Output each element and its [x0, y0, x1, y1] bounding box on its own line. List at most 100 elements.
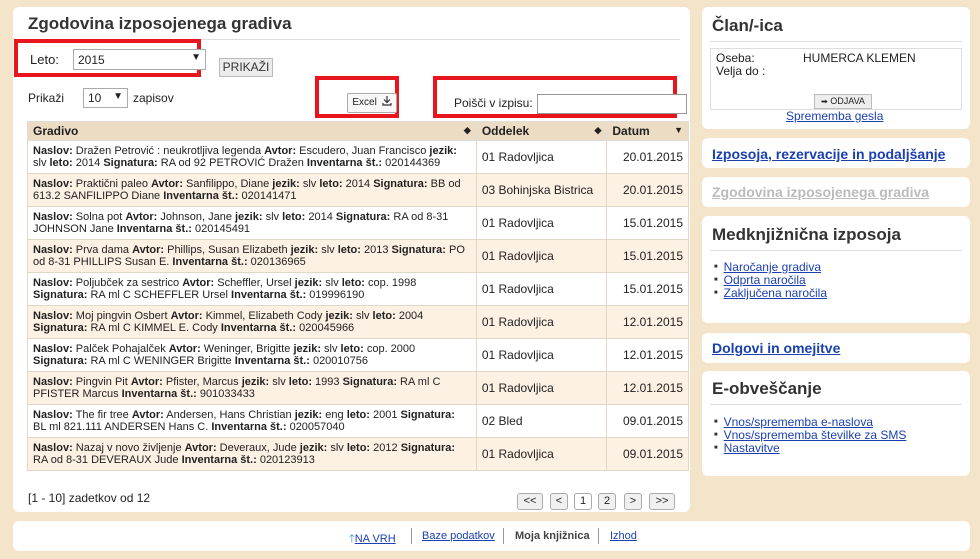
search-input[interactable] — [537, 94, 687, 114]
column-header-datum[interactable]: Datum ▼ — [606, 121, 689, 141]
notify-item-settings[interactable]: Nastavitve — [714, 442, 906, 455]
change-password-link[interactable]: Sprememba gesla — [786, 109, 883, 123]
item-department: 03 Bohinjska Bistrica — [475, 173, 608, 207]
item-date: 09.01.2015 — [606, 404, 689, 438]
year-select[interactable]: 2015 ▼ — [73, 49, 206, 70]
databases-link[interactable]: Baze podatkov — [422, 530, 495, 542]
ill-item-closed[interactable]: Zaključena naročila — [714, 287, 827, 300]
debts-link[interactable]: Dolgovi in omejitve — [712, 340, 840, 356]
sort-icon: ◆ — [594, 125, 602, 135]
loans-link[interactable]: Izposoja, rezervacije in podaljšanje — [712, 146, 945, 162]
notify-list: Vnos/sprememba e-naslova Vnos/sprememba … — [714, 416, 907, 455]
excel-export-button[interactable]: Excel — [347, 93, 397, 113]
footer-separator — [598, 528, 599, 544]
footer: 🡑NA VRH Baze podatkov Moja knjižnica Izh… — [13, 521, 970, 551]
item-date: 20.01.2015 — [606, 173, 689, 207]
item-department: 01 Radovljica — [475, 371, 608, 405]
table-row: Naslov: Pingvin Pit Avtor: Pfister, Marc… — [27, 371, 689, 405]
page-size-select[interactable]: 10 ▼ — [83, 88, 128, 108]
show-button[interactable]: PRIKAŽI — [219, 58, 273, 77]
year-label: Leto: — [30, 52, 59, 67]
item-description: Naslov: Pingvin Pit Avtor: Pfister, Marc… — [27, 371, 477, 405]
item-description: Naslov: Solna pot Avtor: Johnson, Jane j… — [27, 206, 477, 240]
pager-last-button[interactable]: >> — [649, 493, 675, 510]
item-department: 01 Radovljica — [475, 338, 608, 372]
exit-link[interactable]: Izhod — [610, 530, 637, 542]
page-title: Zgodovina izposojenega gradiva — [28, 14, 292, 33]
my-library-current: Moja knjižnica — [515, 530, 590, 542]
search-label: Poišči v izpisu: — [454, 96, 533, 110]
item-date: 12.01.2015 — [606, 338, 689, 372]
item-department: 01 Radovljica — [475, 437, 608, 471]
pager-page-1[interactable]: 1 — [574, 493, 592, 510]
item-department: 01 Radovljica — [475, 305, 608, 339]
excel-label: Excel — [352, 97, 377, 108]
item-date: 15.01.2015 — [606, 239, 689, 273]
sort-down-icon: ▼ — [674, 125, 683, 135]
item-description: Naslov: Moj pingvin Osbert Avtor: Kimmel… — [27, 305, 477, 339]
debts-panel: Dolgovi in omejitve — [702, 333, 970, 363]
item-description: Naslov: Prva dama Avtor: Phillips, Susan… — [27, 239, 477, 273]
valid-label: Velja do : — [716, 64, 766, 78]
year-select-value: 2015 — [78, 53, 105, 67]
item-description: Naslov: The fir tree Avtor: Andersen, Ha… — [27, 404, 477, 438]
item-date: 15.01.2015 — [606, 272, 689, 306]
item-department: 02 Bled — [475, 404, 608, 438]
logout-button[interactable]: ➡ ODJAVA — [814, 94, 872, 109]
show-label: Prikaži — [28, 91, 65, 105]
column-header-oddelek[interactable]: Oddelek ◆ — [475, 121, 608, 141]
download-icon — [382, 96, 392, 106]
back-to-top-link[interactable]: 🡑NA VRH — [349, 530, 396, 549]
ill-list: Naročanje gradiva Odprta naročila Zaklju… — [714, 261, 827, 300]
records-label: zapisov — [133, 91, 174, 105]
item-date: 12.01.2015 — [606, 305, 689, 339]
pager-info: [1 - 10] zadetkov od 12 — [28, 491, 151, 505]
sort-icon: ◆ — [463, 125, 471, 135]
person-label: Oseba: — [716, 51, 755, 65]
item-department: 01 Radovljica — [475, 140, 608, 174]
caret-down-icon: ▼ — [113, 91, 123, 102]
table-row: Naslov: Poljubček za sestrico Avtor: Sch… — [27, 272, 689, 306]
table-row: Naslov: Palček Pohajalček Avtor: Weninge… — [27, 338, 689, 372]
logout-label: ODJAVA — [830, 96, 865, 106]
ill-panel: Medknjižnična izposoja Naročanje gradiva… — [702, 216, 970, 323]
loans-panel: Izposoja, rezervacije in podaljšanje — [702, 138, 970, 168]
person-value: HUMERCA KLEMEN — [803, 51, 916, 65]
ill-divider — [710, 250, 962, 251]
column-header-gradivo[interactable]: Gradivo ◆ — [27, 121, 477, 141]
notify-title: E-obveščanje — [712, 379, 822, 398]
item-department: 01 Radovljica — [475, 206, 608, 240]
history-table: Gradivo ◆ Oddelek ◆ Datum ▼ Naslov: Dražen … — [27, 121, 689, 471]
member-info-box: Oseba: HUMERCA KLEMEN Velja do : ➡ ODJAV… — [710, 48, 962, 110]
table-row: Naslov: Solna pot Avtor: Johnson, Jane j… — [27, 206, 689, 240]
notify-panel: E-obveščanje Vnos/sprememba e-naslova Vn… — [702, 371, 970, 476]
logout-icon: ➡ — [821, 97, 828, 106]
item-date: 09.01.2015 — [606, 437, 689, 471]
footer-separator — [411, 528, 412, 544]
item-date: 12.01.2015 — [606, 371, 689, 405]
footer-separator — [503, 528, 504, 544]
ill-title: Medknjižnična izposoja — [712, 225, 901, 244]
pager-prev-button[interactable]: < — [550, 493, 568, 510]
table-row: Naslov: Nazaj v novo življenje Avtor: De… — [27, 437, 689, 471]
history-link[interactable]: Zgodovina izposojenega gradiva — [712, 184, 929, 200]
table-row: Naslov: The fir tree Avtor: Andersen, Ha… — [27, 404, 689, 438]
notify-divider — [710, 404, 962, 405]
item-description: Naslov: Nazaj v novo življenje Avtor: De… — [27, 437, 477, 471]
item-description: Naslov: Palček Pohajalček Avtor: Weninge… — [27, 338, 477, 372]
item-date: 15.01.2015 — [606, 206, 689, 240]
caret-down-icon: ▼ — [191, 52, 201, 63]
history-panel: Zgodovina izposojenega gradiva Leto: 201… — [13, 7, 690, 512]
pager-first-button[interactable]: << — [517, 493, 543, 510]
table-row: Naslov: Prva dama Avtor: Phillips, Susan… — [27, 239, 689, 273]
member-divider — [710, 41, 962, 42]
table-row: Naslov: Moj pingvin Osbert Avtor: Kimmel… — [27, 305, 689, 339]
item-description: Naslov: Poljubček za sestrico Avtor: Sch… — [27, 272, 477, 306]
pager-page-2[interactable]: 2 — [598, 493, 616, 510]
page-size-value: 10 — [88, 91, 102, 105]
table-row: Naslov: Praktični paleo Avtor: Sanfilipp… — [27, 173, 689, 207]
pager-next-button[interactable]: > — [624, 493, 642, 510]
member-title: Član/-ica — [712, 16, 783, 35]
item-description: Naslov: Dražen Petrović : neukrotljiva l… — [27, 140, 477, 174]
item-date: 20.01.2015 — [606, 140, 689, 174]
